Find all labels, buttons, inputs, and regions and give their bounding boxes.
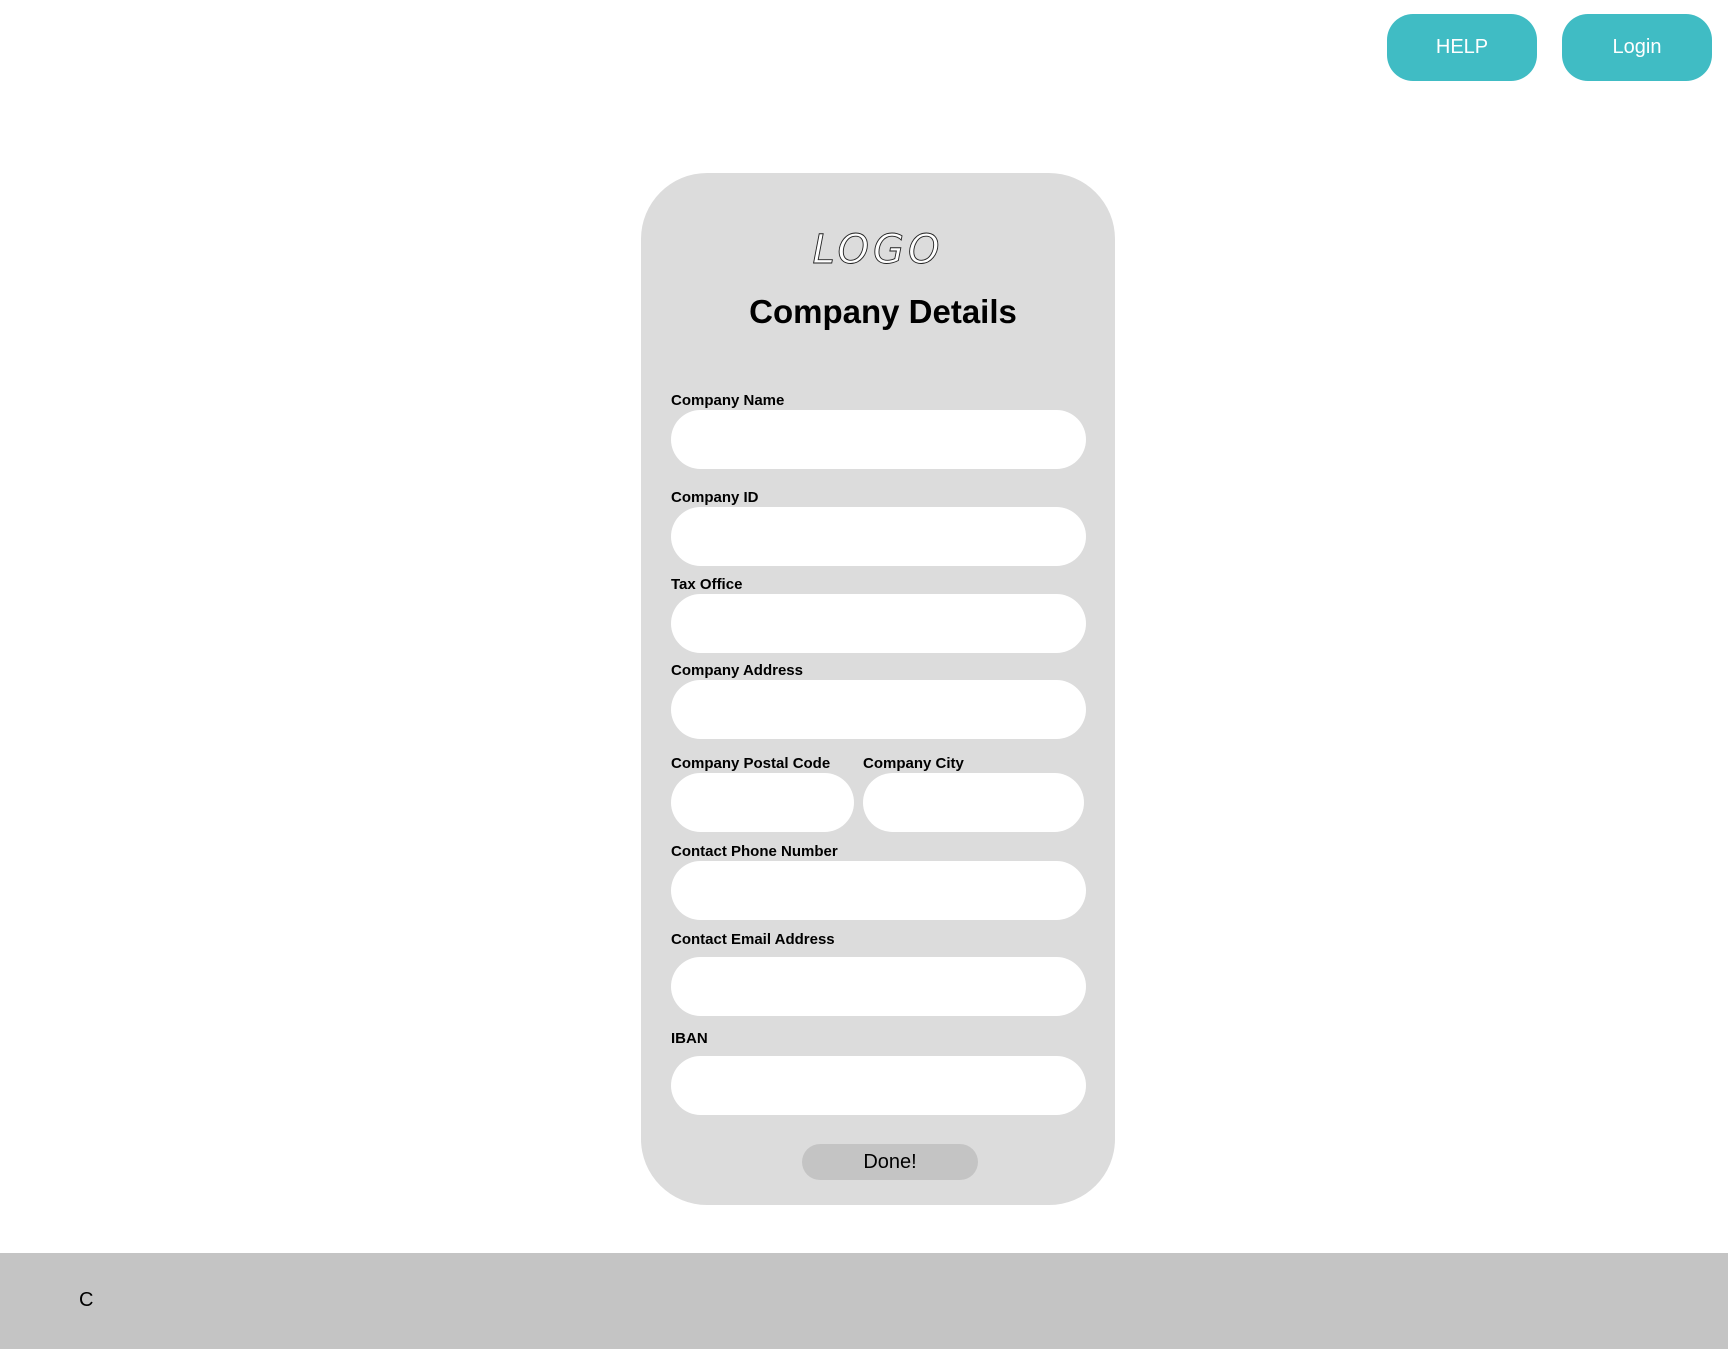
email-input[interactable]	[671, 957, 1086, 1016]
tax-office-input[interactable]	[671, 594, 1086, 653]
phone-input[interactable]	[671, 861, 1086, 920]
city-label: Company City	[863, 755, 964, 772]
iban-input[interactable]	[671, 1056, 1086, 1115]
company-name-label: Company Name	[671, 392, 785, 409]
city-input[interactable]	[863, 773, 1084, 832]
company-id-input[interactable]	[671, 507, 1086, 566]
company-name-input[interactable]	[671, 410, 1086, 469]
iban-label: IBAN	[671, 1030, 708, 1047]
company-address-label: Company Address	[671, 662, 803, 679]
login-button[interactable]: Login	[1562, 14, 1712, 81]
postal-code-label: Company Postal Code	[671, 755, 831, 772]
footer-text: C	[79, 1289, 94, 1311]
company-details-card: LOGO Company Details Company Name Compan…	[641, 173, 1115, 1205]
company-id-label: Company ID	[671, 489, 759, 506]
email-label: Contact Email Address	[671, 931, 835, 948]
phone-label: Contact Phone Number	[671, 843, 838, 860]
logo: LOGO	[812, 227, 944, 274]
done-button[interactable]: Done!	[802, 1144, 978, 1180]
footer: C	[0, 1253, 1728, 1349]
postal-code-input[interactable]	[671, 773, 854, 832]
help-button[interactable]: HELP	[1387, 14, 1537, 81]
page-title: Company Details	[749, 293, 1017, 330]
company-address-input[interactable]	[671, 680, 1086, 739]
tax-office-label: Tax Office	[671, 576, 743, 593]
